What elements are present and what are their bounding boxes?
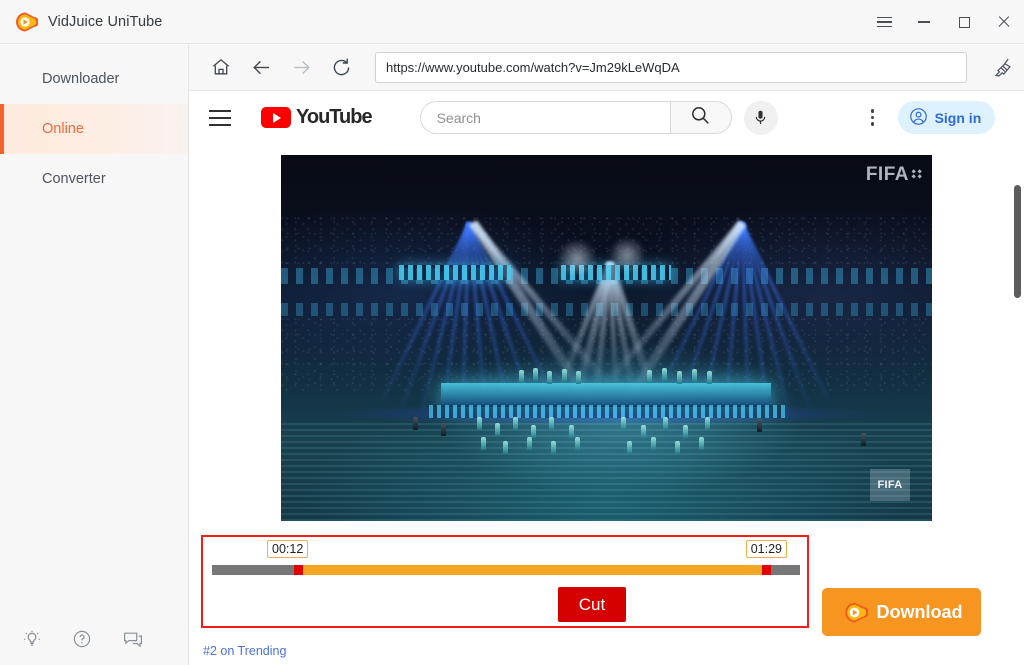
lightbulb-icon[interactable]	[22, 629, 42, 649]
beam-fan-center	[543, 155, 673, 405]
trim-time-labels: 00:12 01:29	[203, 537, 807, 563]
maximize-button[interactable]	[944, 0, 984, 44]
microphone-icon[interactable]	[743, 100, 778, 135]
help-icon[interactable]	[72, 629, 92, 649]
trim-track[interactable]	[212, 565, 800, 575]
close-icon	[997, 15, 1011, 29]
sign-in-label: Sign in	[934, 109, 982, 126]
fifa-watermark-bottom: FIFA	[870, 469, 910, 501]
download-label: Download	[876, 601, 963, 622]
window-controls	[864, 0, 1024, 44]
sidebar-item-downloader[interactable]: Downloader	[0, 54, 188, 104]
sidebar-item-label: Converter	[42, 171, 106, 187]
feedback-icon[interactable]	[122, 629, 144, 649]
youtube-logo[interactable]: YouTube	[261, 106, 373, 129]
more-options-icon[interactable]	[858, 103, 888, 133]
stage-platform	[441, 383, 771, 407]
youtube-logo-text: YouTube	[296, 106, 373, 128]
reload-icon[interactable]	[321, 44, 361, 90]
trim-handle-start[interactable]	[294, 565, 303, 575]
vidjuice-play-logo-icon	[12, 9, 39, 35]
minimize-icon	[918, 21, 930, 23]
sidebar-item-online[interactable]: Online	[0, 104, 188, 154]
download-button[interactable]: Download	[822, 588, 981, 636]
pitch-surface	[281, 423, 932, 521]
sidebar-bottom-bar	[0, 629, 189, 649]
sign-in-button[interactable]: Sign in	[897, 101, 996, 134]
search-icon	[690, 105, 711, 131]
video-player[interactable]: FIFA FIFA	[281, 155, 932, 521]
stage-truss-left	[399, 265, 511, 280]
sidebar-item-label: Online	[42, 121, 84, 137]
stage-front-led	[429, 405, 785, 418]
trim-handle-end[interactable]	[762, 565, 771, 575]
hamburger-menu-icon	[876, 16, 892, 28]
trim-end-time[interactable]: 01:29	[745, 540, 787, 558]
account-circle-icon	[909, 107, 928, 129]
youtube-search-group: Search	[419, 101, 732, 134]
embedded-browser-page: YouTube Search Sign in FIFA FIFA 00:12 0…	[189, 91, 1024, 665]
maximize-icon	[958, 16, 970, 28]
smoke-puff-right	[606, 239, 648, 271]
youtube-header: YouTube Search Sign in	[189, 91, 1024, 144]
app-title: VidJuice UniTube	[48, 13, 163, 30]
search-input[interactable]: Search	[419, 101, 670, 134]
title-bar: VidJuice UniTube	[0, 0, 1024, 44]
sidebar-item-converter[interactable]: Converter	[0, 154, 188, 204]
vidjuice-play-logo-icon	[841, 599, 869, 626]
cut-button[interactable]: Cut	[558, 587, 626, 622]
close-button[interactable]	[984, 0, 1024, 44]
trim-start-time[interactable]: 00:12	[267, 540, 309, 558]
broom-clean-icon[interactable]	[985, 49, 1021, 85]
forward-arrow-icon[interactable]	[281, 44, 321, 90]
app-window: VidJuice UniTube Downloader Online Conve…	[0, 0, 1024, 665]
url-text: https://www.youtube.com/watch?v=Jm29kLeW…	[386, 59, 680, 75]
minimize-button[interactable]	[904, 0, 944, 44]
vertical-scrollbar[interactable]	[1011, 91, 1024, 665]
window-menu-button[interactable]	[864, 0, 904, 44]
scrollbar-thumb[interactable]	[1014, 185, 1021, 298]
search-button[interactable]	[669, 101, 732, 134]
fifa-dots-icon	[911, 169, 923, 180]
trending-badge[interactable]: #2 on Trending	[203, 644, 286, 658]
trim-selected-range[interactable]	[300, 565, 764, 575]
sidebar-nav: Downloader Online Converter	[0, 44, 188, 204]
youtube-menu-icon[interactable]	[209, 109, 233, 127]
trim-panel: 00:12 01:29 Cut	[201, 535, 809, 628]
url-input[interactable]: https://www.youtube.com/watch?v=Jm29kLeW…	[375, 51, 967, 83]
smoke-puff-left	[555, 241, 599, 275]
sidebar-item-label: Downloader	[42, 71, 120, 87]
sidebar: Downloader Online Converter	[0, 44, 189, 665]
back-arrow-icon[interactable]	[241, 44, 281, 90]
youtube-play-icon	[261, 107, 291, 128]
fifa-watermark-top: FIFA	[866, 164, 923, 186]
browser-toolbar: https://www.youtube.com/watch?v=Jm29kLeW…	[189, 44, 1024, 91]
app-brand: VidJuice UniTube	[0, 9, 162, 35]
search-placeholder: Search	[436, 109, 481, 126]
home-icon[interactable]	[201, 44, 241, 90]
